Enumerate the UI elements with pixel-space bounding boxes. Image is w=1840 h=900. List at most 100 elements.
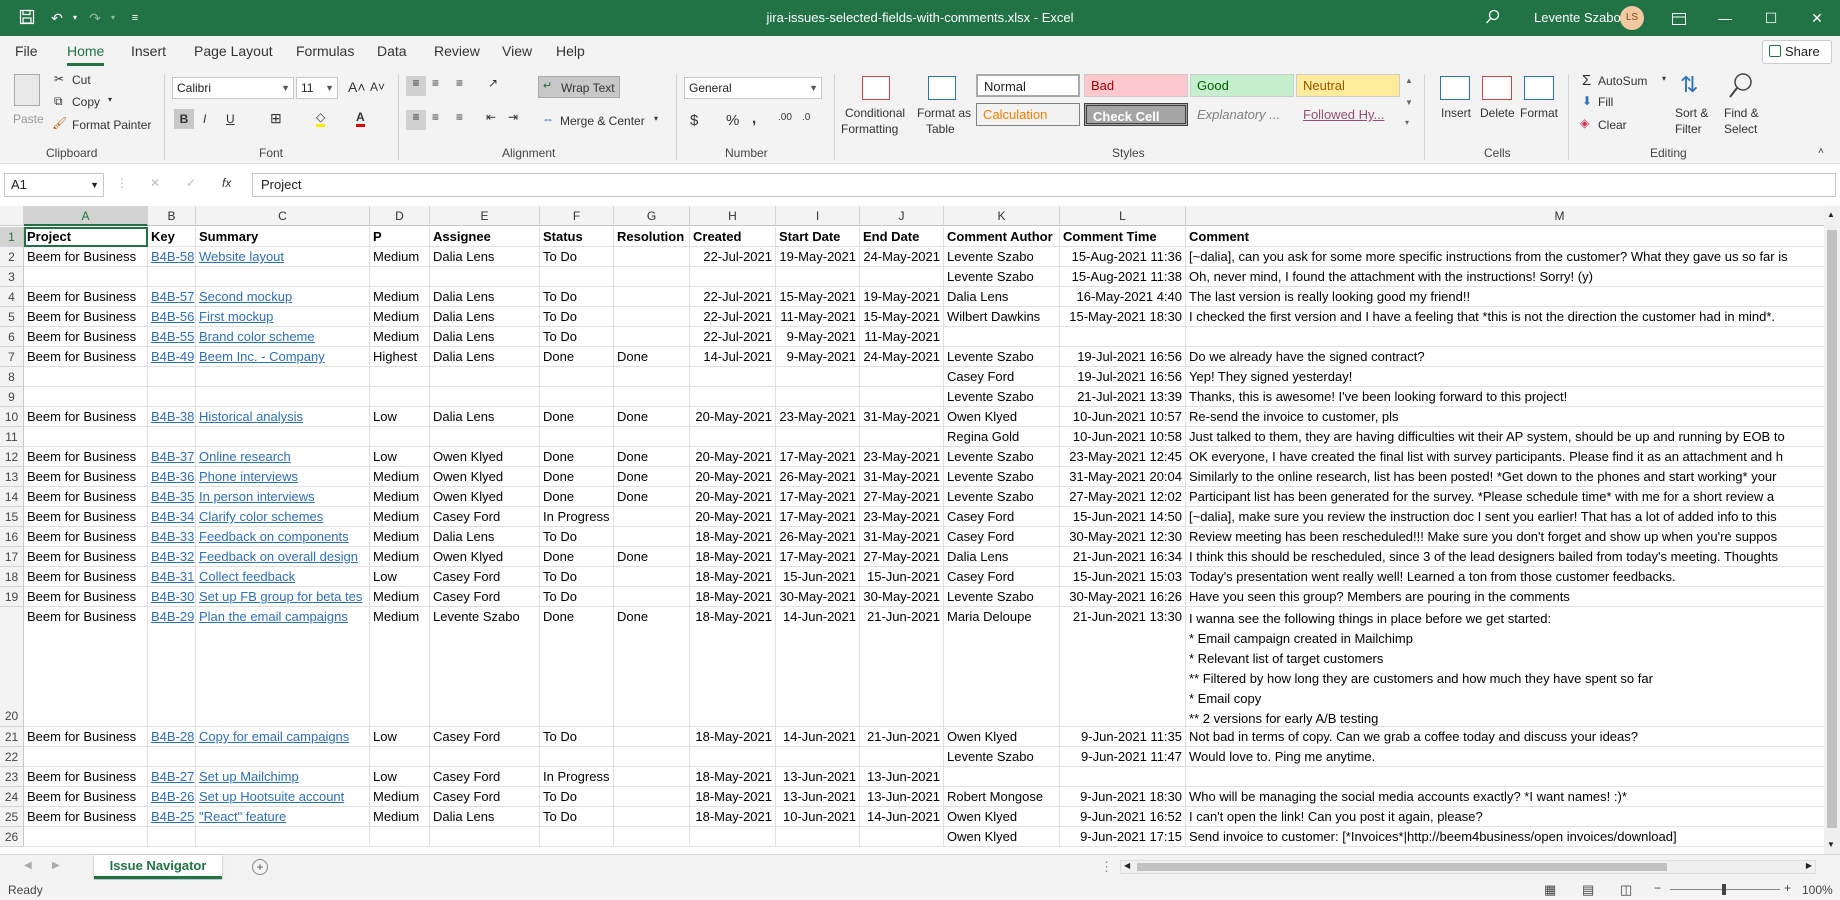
table-cell[interactable]: 27-May-2021 12:02 [1060, 487, 1186, 507]
table-cell[interactable]: 10-Jun-2021 10:58 [1060, 427, 1186, 447]
table-cell[interactable] [690, 427, 776, 447]
table-cell[interactable]: To Do [540, 787, 614, 807]
fill-icon[interactable]: ⬇ [1582, 94, 1592, 108]
table-cell[interactable]: Owen Klyed [430, 447, 540, 467]
zoom-level[interactable]: 100% [1802, 883, 1833, 897]
table-cell[interactable]: 26-May-2021 [776, 467, 860, 487]
column-header-c[interactable]: C [196, 206, 370, 226]
tab-view[interactable]: View [502, 43, 532, 59]
table-cell[interactable]: "React" feature [196, 807, 370, 827]
table-cell[interactable] [196, 267, 370, 287]
table-cell[interactable]: 21-Jun-2021 16:34 [1060, 547, 1186, 567]
table-cell[interactable]: 15-May-2021 18:30 [1060, 307, 1186, 327]
cut-icon[interactable]: ✂ [54, 72, 64, 86]
comma-style-icon[interactable]: , [752, 110, 756, 127]
autosum-button[interactable]: AutoSum [1598, 74, 1647, 88]
table-cell[interactable]: Beem Inc. - Company [196, 347, 370, 367]
table-cell[interactable]: Done [614, 467, 690, 487]
table-cell[interactable] [1060, 327, 1186, 347]
table-cell[interactable]: 9-Jun-2021 18:30 [1060, 787, 1186, 807]
table-cell[interactable]: Dalia Lens [430, 327, 540, 347]
table-cell[interactable]: In Progress [540, 767, 614, 787]
table-cell[interactable]: Done [614, 447, 690, 467]
table-cell[interactable]: Have you seen this group? Members are po… [1186, 587, 1824, 607]
table-cell[interactable]: 17-May-2021 [776, 487, 860, 507]
table-cell[interactable]: Medium [370, 287, 430, 307]
number-format-select[interactable]: General ▼ [684, 77, 822, 99]
table-cell[interactable] [690, 747, 776, 767]
page-break-view-icon[interactable]: ◫ [1620, 882, 1632, 898]
font-size-select[interactable]: 11 ▼ [296, 77, 338, 99]
table-cell[interactable]: Do we already have the signed contract? [1186, 347, 1824, 367]
decrease-font-icon[interactable]: A˅ [370, 80, 385, 94]
row-header[interactable]: 17 [0, 547, 24, 567]
column-title-cell[interactable]: Comment Time [1060, 227, 1186, 247]
clear-icon[interactable]: ◈ [1580, 116, 1589, 130]
table-cell[interactable] [196, 387, 370, 407]
table-cell[interactable]: Beem for Business [24, 287, 148, 307]
table-cell[interactable] [430, 367, 540, 387]
table-cell[interactable]: Dalia Lens [430, 287, 540, 307]
table-cell[interactable]: 22-Jul-2021 [690, 287, 776, 307]
delete-cells-button[interactable]: Delete [1480, 106, 1515, 120]
table-cell[interactable]: Second mockup [196, 287, 370, 307]
table-cell[interactable]: Dalia Lens [430, 527, 540, 547]
table-cell[interactable]: Medium [370, 807, 430, 827]
table-cell[interactable]: Levente Szabo [944, 587, 1060, 607]
table-cell[interactable] [614, 747, 690, 767]
table-cell[interactable]: 31-May-2021 [860, 527, 944, 547]
sort-filter-sub[interactable]: Filter [1675, 122, 1702, 136]
table-cell[interactable] [614, 427, 690, 447]
table-cell[interactable]: Beem for Business [24, 527, 148, 547]
table-cell[interactable]: Robert Mongose [944, 787, 1060, 807]
table-cell[interactable] [614, 247, 690, 267]
table-cell[interactable]: B4B-28 [148, 727, 196, 747]
table-cell[interactable]: Yep! They signed yesterday! [1186, 367, 1824, 387]
table-cell[interactable]: Beem for Business [24, 587, 148, 607]
column-title-cell[interactable]: Created [690, 227, 776, 247]
table-cell[interactable] [614, 327, 690, 347]
row-header[interactable]: 13 [0, 467, 24, 487]
table-cell[interactable]: 20-May-2021 [690, 507, 776, 527]
table-cell[interactable]: 10-Jun-2021 [776, 807, 860, 827]
table-cell[interactable] [24, 827, 148, 847]
borders-icon[interactable]: ⊞ [270, 110, 282, 127]
table-cell[interactable]: 15-May-2021 [776, 287, 860, 307]
table-cell[interactable]: Beem for Business [24, 727, 148, 747]
table-cell[interactable] [148, 827, 196, 847]
table-cell[interactable]: Phone interviews [196, 467, 370, 487]
font-color-icon[interactable]: A [356, 110, 365, 127]
vertical-scrollbar[interactable]: ▲ ▼ [1824, 206, 1840, 854]
table-cell[interactable]: Levente Szabo [944, 487, 1060, 507]
chevron-down-icon[interactable]: ▾ [1662, 74, 1666, 83]
search-icon[interactable] [1484, 9, 1502, 27]
style-explanatory[interactable]: Explanatory ... [1190, 103, 1294, 126]
table-cell[interactable]: 20-May-2021 [690, 487, 776, 507]
table-cell[interactable]: To Do [540, 327, 614, 347]
row-header[interactable]: 14 [0, 487, 24, 507]
autosum-icon[interactable]: Σ [1582, 72, 1591, 89]
table-cell[interactable]: Highest [370, 347, 430, 367]
table-cell[interactable] [370, 827, 430, 847]
table-cell[interactable] [148, 427, 196, 447]
maximize-icon[interactable]: ☐ [1748, 0, 1794, 36]
table-cell[interactable]: 24-May-2021 [860, 347, 944, 367]
table-cell[interactable]: 18-May-2021 [690, 767, 776, 787]
align-right-icon[interactable]: ≡ [456, 110, 463, 124]
find-select-sub[interactable]: Select [1724, 122, 1757, 136]
table-cell[interactable]: B4B-55 [148, 327, 196, 347]
add-sheet-icon[interactable]: + [252, 859, 268, 875]
increase-font-icon[interactable]: A˄ [348, 79, 366, 95]
table-cell[interactable] [776, 427, 860, 447]
table-cell[interactable]: 22-Jul-2021 [690, 247, 776, 267]
table-cell[interactable]: Levente Szabo [944, 387, 1060, 407]
table-cell[interactable]: Done [540, 547, 614, 567]
table-cell[interactable]: B4B-25 [148, 807, 196, 827]
table-cell[interactable]: Beem for Business [24, 567, 148, 587]
next-sheet-icon[interactable]: ▶ [52, 860, 60, 871]
horizontal-scroll-thumb[interactable] [1137, 863, 1667, 871]
insert-cells-icon[interactable] [1440, 76, 1470, 100]
zoom-slider-thumb[interactable] [1722, 884, 1726, 895]
style-neutral[interactable]: Neutral [1296, 74, 1400, 97]
zoom-in-icon[interactable]: + [1784, 881, 1791, 895]
